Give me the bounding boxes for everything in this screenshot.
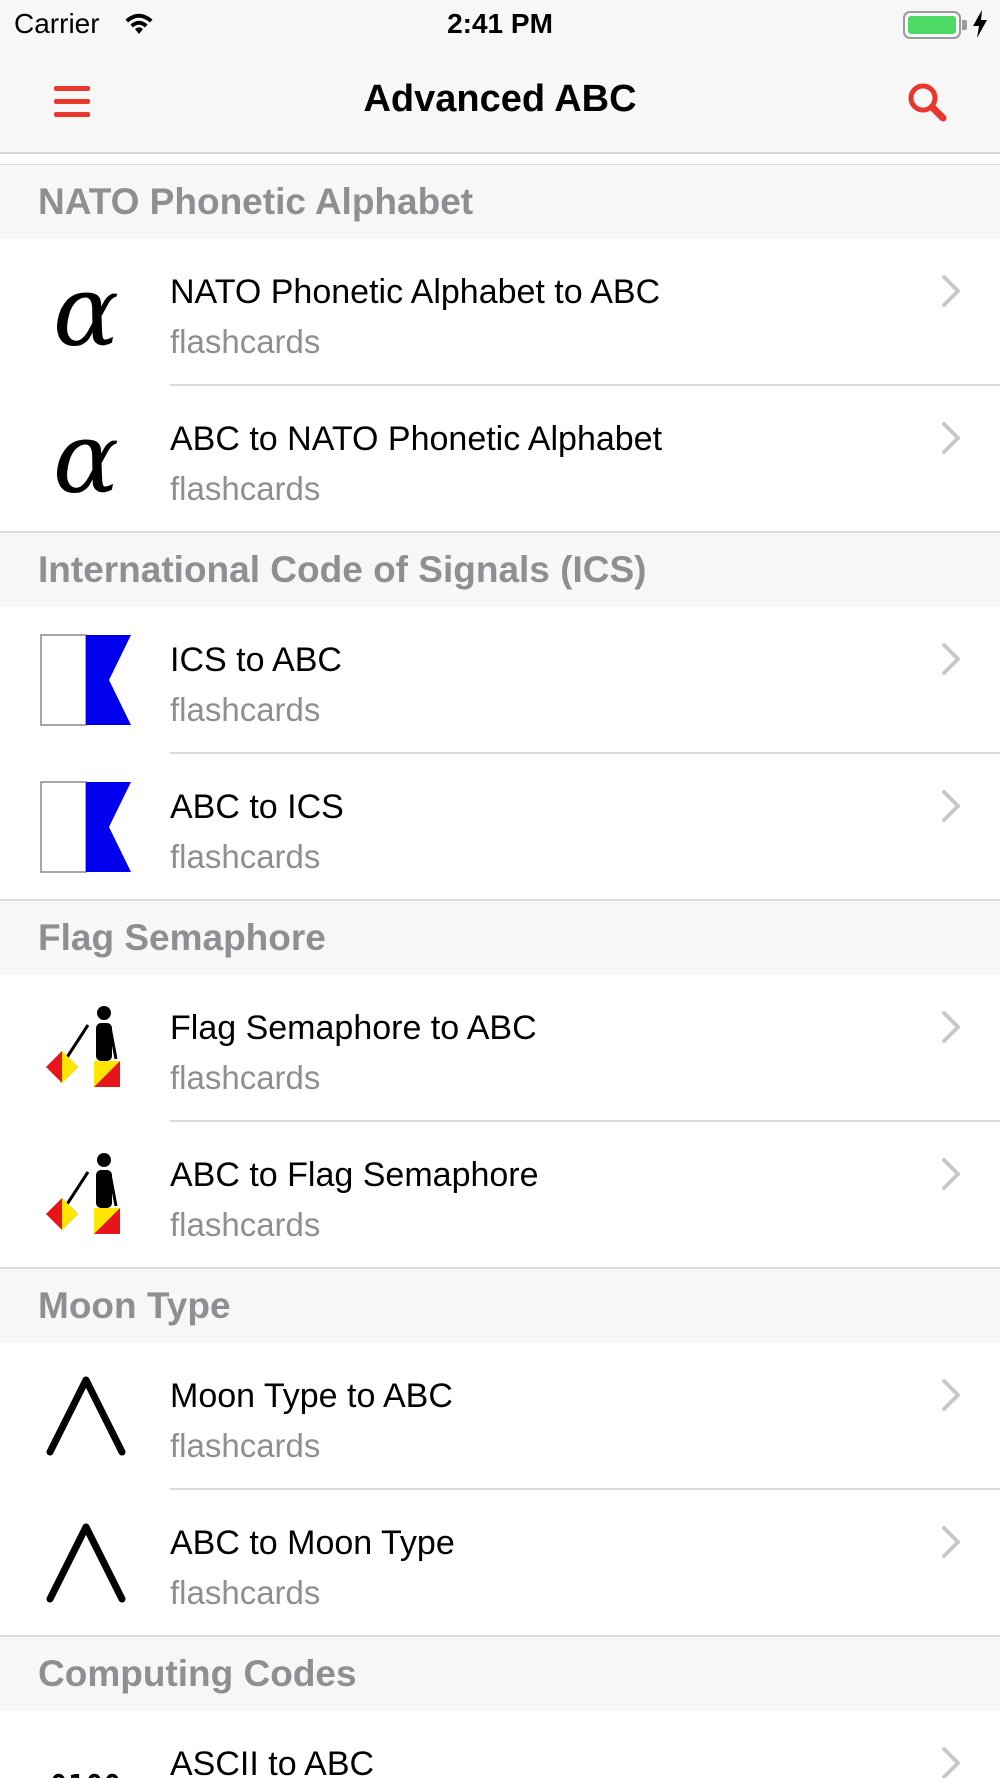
semaphore-figure-icon [38,1145,134,1245]
item-subtitle: flashcards [170,323,321,360]
status-time: 2:41 PM [447,8,553,39]
status-bar: Carrier 2:41 PM [0,0,1000,52]
section-header-nato: NATO Phonetic Alphabet [0,165,1000,239]
moon-type-caret-icon [38,1366,134,1466]
chevron-right-icon [942,1526,960,1558]
hamburger-menu-icon[interactable] [52,82,92,122]
list-item[interactable]: α NATO Phonetic Alphabet to ABC flashcar… [0,239,1000,386]
item-subtitle: flashcards [170,470,321,507]
item-subtitle: flashcards [170,1574,321,1611]
item-title: Moon Type to ABC [170,1377,453,1415]
chevron-right-icon [942,1011,960,1043]
ics-flag-a-icon [38,630,134,730]
list-item[interactable]: Flag Semaphore to ABC flashcards [0,975,1000,1122]
item-subtitle: flashcards [170,1427,321,1464]
item-title: ABC to NATO Phonetic Alphabet [170,420,663,458]
item-subtitle: flashcards [170,1059,321,1096]
item-title: ABC to Moon Type [170,1524,455,1562]
section-header-moon-type: Moon Type [0,1269,1000,1343]
binary-code-icon: 0100 [38,1734,134,1778]
chevron-right-icon [942,1158,960,1190]
list-item[interactable]: ICS to ABC flashcards [0,607,1000,754]
list-item[interactable]: 0100 ASCII to ABC flashcards [0,1711,1000,1778]
list-item[interactable]: ABC to Flag Semaphore flashcards [0,1122,1000,1269]
navigation-bar: Advanced ABC [0,52,1000,154]
section-header-computing-codes: Computing Codes [0,1637,1000,1711]
list-item[interactable]: α ABC to NATO Phonetic Alphabet flashcar… [0,386,1000,533]
list-item[interactable]: ABC to Moon Type flashcards [0,1490,1000,1637]
list-item[interactable]: ABC to ICS flashcards [0,754,1000,901]
charging-bolt-icon [973,10,987,38]
list-item[interactable]: Moon Type to ABC flashcards [0,1343,1000,1490]
item-subtitle: flashcards [170,838,321,875]
item-title: Flag Semaphore to ABC [170,1009,537,1047]
moon-type-caret-icon [38,1513,134,1613]
chevron-right-icon [942,1747,960,1778]
flashcard-list: NATO Phonetic Alphabet α NATO Phonetic A… [0,164,1000,1778]
battery-icon [903,11,967,39]
item-title: NATO Phonetic Alphabet to ABC [170,273,661,311]
section-header-ics: International Code of Signals (ICS) [0,533,1000,607]
section-header-semaphore: Flag Semaphore [0,901,1000,975]
alpha-icon: α [52,402,120,516]
chevron-right-icon [942,1379,960,1411]
chevron-right-icon [942,422,960,454]
chevron-right-icon [942,275,960,307]
chevron-right-icon [942,643,960,675]
alpha-icon: α [52,255,120,369]
item-subtitle: flashcards [170,1206,321,1243]
chevron-right-icon [942,790,960,822]
item-title: ICS to ABC [170,641,342,679]
item-title: ABC to ICS [170,788,344,826]
ics-flag-a-icon [38,777,134,877]
item-title: ABC to Flag Semaphore [170,1156,539,1194]
item-title: ASCII to ABC [170,1745,375,1778]
page-title: Advanced ABC [363,78,637,120]
semaphore-figure-icon [38,998,134,1098]
item-subtitle: flashcards [170,691,321,728]
search-icon[interactable] [905,80,949,124]
